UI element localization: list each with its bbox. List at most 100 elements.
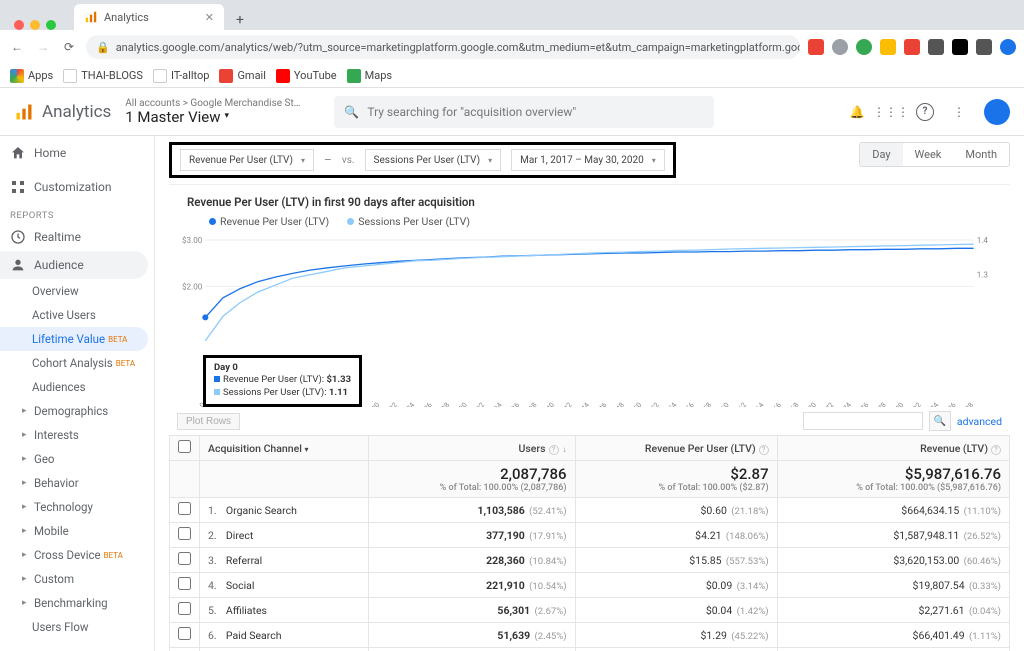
bookmark-item[interactable]: Gmail bbox=[219, 69, 265, 83]
extension-icon[interactable] bbox=[808, 39, 824, 55]
sidebar-expand-benchmarking[interactable]: ▸Benchmarking bbox=[0, 591, 154, 615]
product-logo[interactable]: Analytics bbox=[14, 102, 111, 122]
view-selector[interactable]: All accounts > Google Merchandise St… 1 … bbox=[125, 98, 300, 126]
extension-icon[interactable] bbox=[832, 39, 848, 55]
extension-icon[interactable] bbox=[856, 39, 872, 55]
chevron-down-icon: ▾ bbox=[488, 156, 492, 165]
select-all-checkbox[interactable] bbox=[178, 440, 191, 453]
tab-day[interactable]: Day bbox=[860, 143, 902, 166]
sidebar-expand-cross-device[interactable]: ▸Cross DeviceBETA bbox=[0, 543, 154, 567]
svg-text:1.3: 1.3 bbox=[977, 271, 988, 280]
bookmark-item[interactable]: YouTube bbox=[276, 69, 337, 83]
sidebar-expand-demographics[interactable]: ▸Demographics bbox=[0, 399, 154, 423]
sidebar-item-acquisition[interactable]: Acquisition bbox=[0, 645, 154, 651]
search-input[interactable]: 🔍 Try searching for "acquisition overvie… bbox=[334, 96, 714, 128]
help-icon[interactable]: ? bbox=[991, 445, 1001, 455]
bookmark-item[interactable]: Maps bbox=[347, 69, 392, 83]
sidebar-expand-geo[interactable]: ▸Geo bbox=[0, 447, 154, 471]
row-checkbox[interactable] bbox=[178, 577, 191, 590]
svg-text:Day 32: Day 32 bbox=[466, 400, 487, 407]
help-icon[interactable]: ? bbox=[759, 445, 769, 455]
apps-shortcut[interactable]: Apps bbox=[10, 69, 53, 83]
customization-icon bbox=[10, 179, 26, 195]
table-row[interactable]: 7. Display50,675 (2.41%)$0.48 (16.77%)$2… bbox=[170, 648, 1010, 651]
sidebar-sub-users-flow[interactable]: Users Flow bbox=[0, 615, 154, 639]
granularity-tabs: Day Week Month bbox=[859, 142, 1010, 167]
sidebar-expand-mobile[interactable]: ▸Mobile bbox=[0, 519, 154, 543]
back-button[interactable]: ← bbox=[8, 38, 26, 56]
extension-icon[interactable] bbox=[880, 39, 896, 55]
extension-icon[interactable] bbox=[928, 39, 944, 55]
close-tab-icon[interactable]: ✕ bbox=[205, 11, 214, 24]
user-avatar[interactable] bbox=[984, 99, 1010, 125]
new-tab-button[interactable]: + bbox=[230, 10, 250, 30]
advanced-link[interactable]: advanced bbox=[957, 415, 1002, 428]
extension-icon[interactable] bbox=[904, 39, 920, 55]
sidebar-item-home[interactable]: Home bbox=[0, 136, 154, 170]
table-header-row: Acquisition Channel ▾ Users?↓ Revenue Pe… bbox=[170, 436, 1010, 461]
address-bar[interactable]: 🔒 analytics.google.com/analytics/web/?ut… bbox=[86, 35, 800, 59]
sidebar-sub-cohort-analysis[interactable]: Cohort AnalysisBETA bbox=[0, 351, 154, 375]
forward-button[interactable]: → bbox=[34, 38, 52, 56]
sidebar-expand-behavior[interactable]: ▸Behavior bbox=[0, 471, 154, 495]
metric-b-select[interactable]: Sessions Per User (LTV)▾ bbox=[365, 149, 502, 171]
profile-avatar-icon[interactable] bbox=[1000, 39, 1016, 55]
row-checkbox[interactable] bbox=[178, 527, 191, 540]
table-row[interactable]: 6. Paid Search51,639 (2.45%)$1.29 (45.22… bbox=[170, 623, 1010, 648]
row-checkbox[interactable] bbox=[178, 602, 191, 615]
window-controls[interactable] bbox=[6, 12, 64, 30]
sidebar-sub-audiences[interactable]: Audiences bbox=[0, 375, 154, 399]
plot-rows-button[interactable]: Plot Rows bbox=[177, 413, 240, 430]
metric-a-select[interactable]: Revenue Per User (LTV)▾ bbox=[180, 149, 314, 171]
row-checkbox[interactable] bbox=[178, 552, 191, 565]
table-row[interactable]: 5. Affiliates56,301 (2.67%)$0.04 (1.42%)… bbox=[170, 598, 1010, 623]
extension-icon[interactable] bbox=[952, 39, 968, 55]
table-row[interactable]: 1. Organic Search1,103,586 (52.41%)$0.60… bbox=[170, 498, 1010, 523]
svg-text:Day 50: Day 50 bbox=[623, 400, 644, 407]
dimension-value: Social bbox=[226, 579, 255, 592]
legend-item-b: Sessions Per User (LTV) bbox=[347, 215, 470, 228]
apps-grid-icon[interactable]: ⋮⋮⋮ bbox=[882, 103, 900, 121]
sidebar-sub-lifetime-value[interactable]: Lifetime ValueBETA bbox=[0, 327, 148, 351]
browser-tab[interactable]: Analytics ✕ bbox=[74, 4, 224, 30]
col-rev[interactable]: Revenue (LTV)? bbox=[777, 436, 1009, 461]
col-users[interactable]: Users?↓ bbox=[368, 436, 575, 461]
table-row[interactable]: 4. Social221,910 (10.54%)$0.09 (3.14%)$1… bbox=[170, 573, 1010, 598]
date-range-select[interactable]: Mar 1, 2017 – May 30, 2020▾ bbox=[511, 149, 665, 171]
kebab-menu-icon[interactable]: ⋮ bbox=[950, 103, 968, 121]
bookmark-item[interactable]: THAI-BLOGS bbox=[63, 69, 143, 83]
select-all-header[interactable] bbox=[170, 436, 200, 461]
notifications-icon[interactable]: 🔔 bbox=[848, 103, 866, 121]
tab-month[interactable]: Month bbox=[953, 143, 1009, 166]
sidebar-sub-overview[interactable]: Overview bbox=[0, 279, 154, 303]
sidebar-expand-custom[interactable]: ▸Custom bbox=[0, 567, 154, 591]
extension-icon[interactable] bbox=[976, 39, 992, 55]
table-row[interactable]: 3. Referral228,360 (10.84%)$15.85 (557.5… bbox=[170, 548, 1010, 573]
sidebar-expand-interests[interactable]: ▸Interests bbox=[0, 423, 154, 447]
tab-week[interactable]: Week bbox=[903, 143, 954, 166]
maximize-window-icon[interactable] bbox=[46, 20, 56, 30]
minimize-window-icon[interactable] bbox=[30, 20, 40, 30]
table-search-input[interactable] bbox=[803, 412, 923, 430]
col-rpu[interactable]: Revenue Per User (LTV)? bbox=[575, 436, 777, 461]
analytics-logo-icon bbox=[14, 102, 34, 122]
help-icon[interactable]: ? bbox=[549, 445, 559, 455]
sidebar-item-audience[interactable]: Audience bbox=[0, 251, 148, 279]
row-checkbox[interactable] bbox=[178, 502, 191, 515]
bookmark-item[interactable]: IT-alltop bbox=[153, 69, 209, 83]
reload-button[interactable]: ⟳ bbox=[60, 38, 78, 56]
sidebar-expand-technology[interactable]: ▸Technology bbox=[0, 495, 154, 519]
sidebar-item-customization[interactable]: Customization bbox=[0, 170, 154, 204]
sidebar-sub-active-users[interactable]: Active Users bbox=[0, 303, 154, 327]
help-icon[interactable]: ? bbox=[916, 103, 934, 121]
table-search-button[interactable]: 🔍 bbox=[929, 411, 951, 431]
chevron-right-icon: ▸ bbox=[22, 526, 30, 536]
table-row[interactable]: 2. Direct377,190 (17.91%)$4.21 (148.06%)… bbox=[170, 523, 1010, 548]
close-window-icon[interactable] bbox=[14, 20, 24, 30]
row-checkbox[interactable] bbox=[178, 627, 191, 640]
col-dimension[interactable]: Acquisition Channel ▾ bbox=[200, 436, 369, 461]
clock-icon bbox=[10, 229, 26, 245]
sidebar-item-realtime[interactable]: Realtime bbox=[0, 223, 154, 251]
svg-text:Day 30: Day 30 bbox=[448, 400, 469, 407]
svg-text:Day 58: Day 58 bbox=[693, 400, 714, 407]
